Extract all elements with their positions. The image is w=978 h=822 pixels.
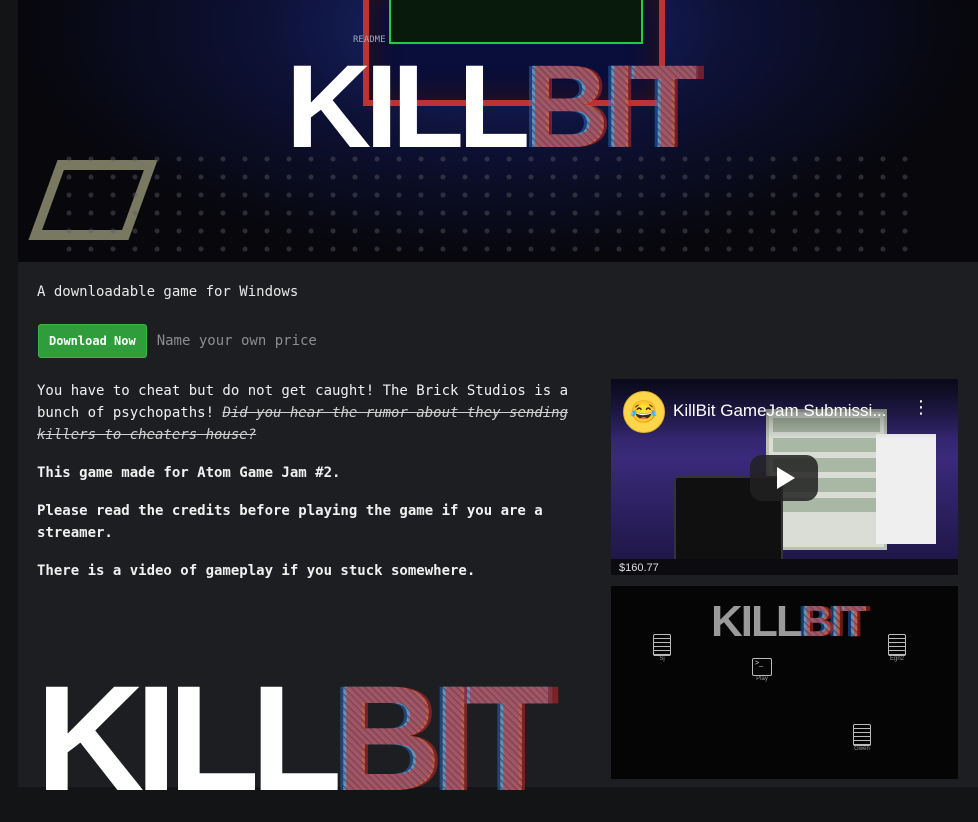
video-title[interactable]: KillBit GameJam Submissi... — [673, 401, 913, 421]
file-icon: Gwen — [853, 724, 871, 752]
price-hint: Name your own price — [156, 333, 317, 349]
description-paragraph-3: Please read the credits before playing t… — [37, 503, 543, 541]
video-money-readout: $160.77 — [619, 562, 659, 574]
screenshot-thumbnail[interactable]: KILL BIT Sj >_ Play Egn2 Gwen — [611, 586, 958, 779]
game-subtitle: A downloadable game for Windows — [37, 284, 299, 300]
purchase-row: Download Now Name your own price — [38, 324, 317, 358]
file-icon: Sj — [653, 634, 671, 662]
game-description: You have to cheat but do not get caught!… — [37, 380, 589, 598]
logo-kill-text: KILL — [286, 41, 530, 173]
description-paragraph-1: You have to cheat but do not get caught!… — [37, 383, 569, 443]
more-vertical-icon[interactable]: ⋮ — [912, 399, 930, 417]
terminal-icon: >_ Play — [752, 658, 772, 682]
banner-logo: KILL BIT — [286, 41, 702, 173]
gameplay-video-embed[interactable]: 😂 KillBit GameJam Submissi... ⋮ $160.77 — [611, 379, 958, 575]
file-icon: Egn2 — [888, 634, 906, 662]
game-page: README KILL BIT A downloadable game for W… — [18, 0, 978, 813]
description-logo-image: KILL BIT — [36, 654, 557, 822]
play-icon[interactable] — [750, 455, 818, 501]
logo-bit-text: BIT — [524, 41, 702, 173]
header-banner: README KILL BIT — [18, 0, 978, 262]
channel-avatar-icon[interactable]: 😂 — [623, 391, 665, 433]
description-paragraph-4: There is a video of gameplay if you stuc… — [37, 563, 476, 579]
download-button[interactable]: Download Now — [38, 324, 147, 358]
screenshot-logo: KILL BIT — [711, 597, 868, 646]
description-paragraph-2: This game made for Atom Game Jam #2. — [37, 465, 341, 481]
